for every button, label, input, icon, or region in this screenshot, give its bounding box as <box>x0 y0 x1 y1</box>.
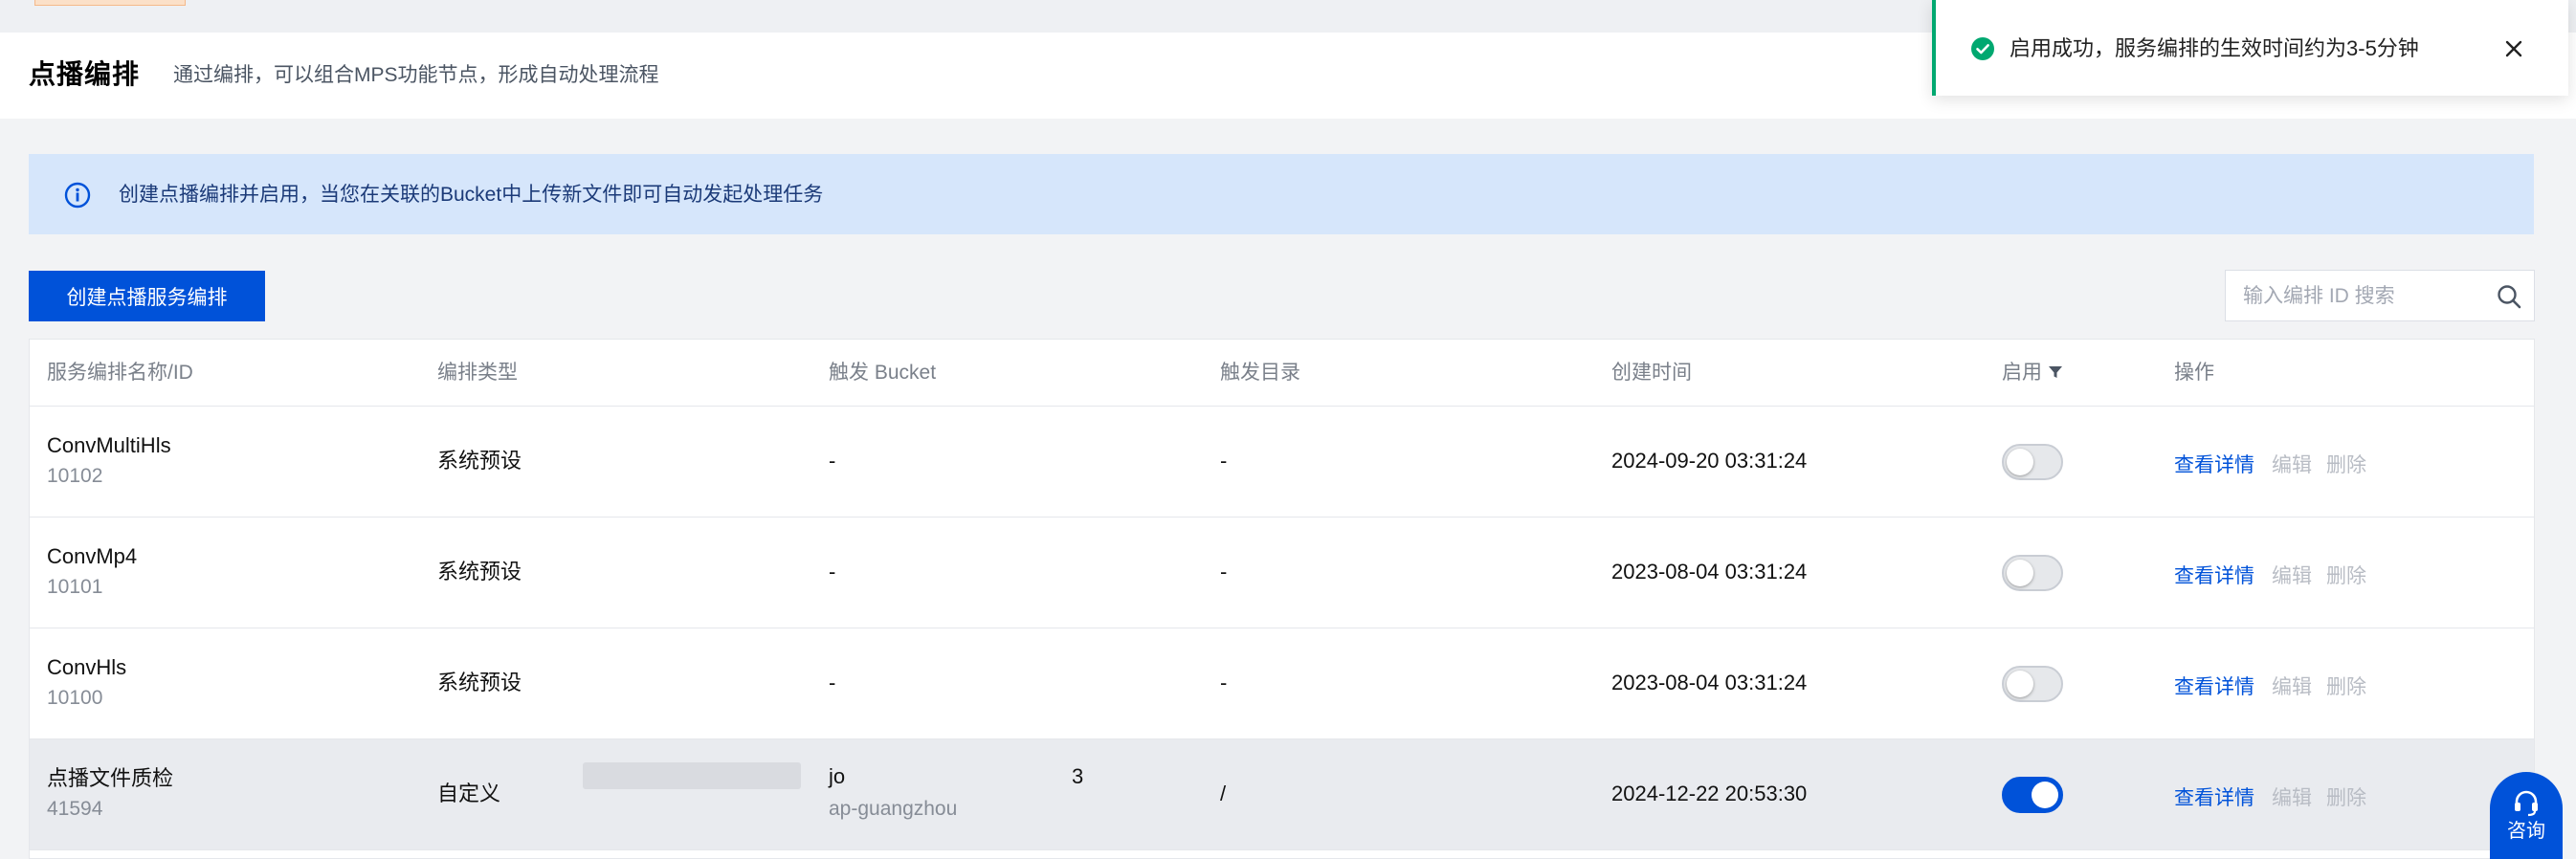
success-toast: 启用成功，服务编排的生效时间约为3-5分钟 <box>1932 0 2568 96</box>
row-directory: - <box>1220 560 1228 584</box>
row-id: 10102 <box>47 465 103 487</box>
column-header-bucket: 触发 Bucket <box>829 362 937 384</box>
edit-link: 编辑 <box>2272 454 2312 476</box>
toggle-knob <box>2007 449 2033 475</box>
row-created-time: 2024-12-22 20:53:30 <box>1611 782 1808 805</box>
orchestration-table: 服务编排名称/ID 编排类型 触发 Bucket 触发目录 创建时间 启用 操作… <box>29 339 2535 859</box>
column-header-created: 创建时间 <box>1611 362 1692 384</box>
view-details-link[interactable]: 查看详情 <box>2174 450 2254 478</box>
view-details-link[interactable]: 查看详情 <box>2174 561 2254 589</box>
table-row: ConvMp4 10101 系统预设 - - 2023-08-04 03:31:… <box>30 518 2534 628</box>
row-bucket-prefix: jo <box>829 764 846 788</box>
consult-button[interactable]: 咨询 <box>2490 772 2563 859</box>
create-orchestration-button[interactable]: 创建点播服务编排 <box>29 271 265 321</box>
success-check-icon <box>1971 37 1994 60</box>
column-header-enabled-label: 启用 <box>2002 362 2042 384</box>
search-icon[interactable] <box>2496 283 2522 310</box>
page-title: 点播编排 <box>29 59 141 89</box>
row-type: 系统预设 <box>437 560 522 584</box>
filter-icon[interactable] <box>2048 364 2063 380</box>
row-bucket-region: ap-guangzhou <box>829 798 958 820</box>
row-id: 41594 <box>47 798 103 820</box>
table-row: ConvMultiHls 10102 系统预设 - - 2024-09-20 0… <box>30 407 2534 518</box>
row-name: ConvMultiHls <box>47 433 171 457</box>
column-header-type: 编排类型 <box>437 362 518 384</box>
column-header-directory: 触发目录 <box>1220 362 1300 384</box>
row-bucket: - <box>829 449 836 473</box>
search-input[interactable] <box>2243 282 2482 311</box>
toggle-knob <box>2007 560 2033 586</box>
row-created-time: 2023-08-04 03:31:24 <box>1611 560 1808 584</box>
alert-text: 创建点播编排并启用，当您在关联的Bucket中上传新文件即可自动发起处理任务 <box>119 184 824 206</box>
view-details-link[interactable]: 查看详情 <box>2174 672 2254 700</box>
enable-toggle[interactable] <box>2002 777 2063 813</box>
enable-toggle[interactable] <box>2002 555 2063 591</box>
search-box <box>2225 270 2535 321</box>
delete-link: 删除 <box>2326 676 2366 698</box>
toggle-knob <box>2007 671 2033 697</box>
row-type: 自定义 <box>437 782 501 805</box>
row-directory: - <box>1220 449 1228 473</box>
row-name: ConvMp4 <box>47 544 138 568</box>
headset-icon <box>2515 790 2538 817</box>
enable-toggle[interactable] <box>2002 666 2063 702</box>
redacted-bucket-name <box>583 762 801 789</box>
column-header-actions: 操作 <box>2174 362 2214 384</box>
page-subtitle: 通过编排，可以组合MPS功能节点，形成自动处理流程 <box>173 64 659 86</box>
delete-link: 删除 <box>2326 454 2366 476</box>
edit-link: 编辑 <box>2272 787 2312 809</box>
delete-link: 删除 <box>2326 565 2366 587</box>
edit-link: 编辑 <box>2272 676 2312 698</box>
row-type: 系统预设 <box>437 449 522 473</box>
row-directory: / <box>1220 782 1227 805</box>
row-directory: - <box>1220 671 1228 694</box>
row-name: ConvHls <box>47 655 127 679</box>
toast-message: 启用成功，服务编排的生效时间约为3-5分钟 <box>2010 36 2419 60</box>
column-header-name: 服务编排名称/ID <box>47 362 193 384</box>
consult-label: 咨询 <box>2507 821 2545 842</box>
row-bucket-suffix: 3 <box>1072 764 1084 788</box>
row-id: 10101 <box>47 576 103 598</box>
row-bucket: - <box>829 671 836 694</box>
table-row: 点播文件质检 41594 自定义 jo 3 ap-guangzhou / 202… <box>30 739 2534 850</box>
row-created-time: 2024-09-20 03:31:24 <box>1611 449 1808 473</box>
row-bucket: - <box>829 560 836 584</box>
close-icon[interactable] <box>2503 38 2524 59</box>
row-name: 点播文件质检 <box>47 766 174 790</box>
table-header: 服务编排名称/ID 编排类型 触发 Bucket 触发目录 创建时间 启用 操作 <box>30 340 2534 407</box>
edit-link: 编辑 <box>2272 565 2312 587</box>
info-icon <box>64 182 91 209</box>
toggle-knob <box>2032 782 2058 808</box>
delete-link: 删除 <box>2326 787 2366 809</box>
column-header-enabled: 启用 <box>2002 361 2063 385</box>
row-created-time: 2023-08-04 03:31:24 <box>1611 671 1808 694</box>
enable-toggle[interactable] <box>2002 444 2063 480</box>
row-type: 系统预设 <box>437 671 522 694</box>
top-tab-fragment <box>34 0 186 6</box>
view-details-link[interactable]: 查看详情 <box>2174 782 2254 811</box>
info-alert: 创建点播编排并启用，当您在关联的Bucket中上传新文件即可自动发起处理任务 <box>29 154 2534 234</box>
table-row: ConvHls 10100 系统预设 - - 2023-08-04 03:31:… <box>30 628 2534 739</box>
row-id: 10100 <box>47 687 103 709</box>
